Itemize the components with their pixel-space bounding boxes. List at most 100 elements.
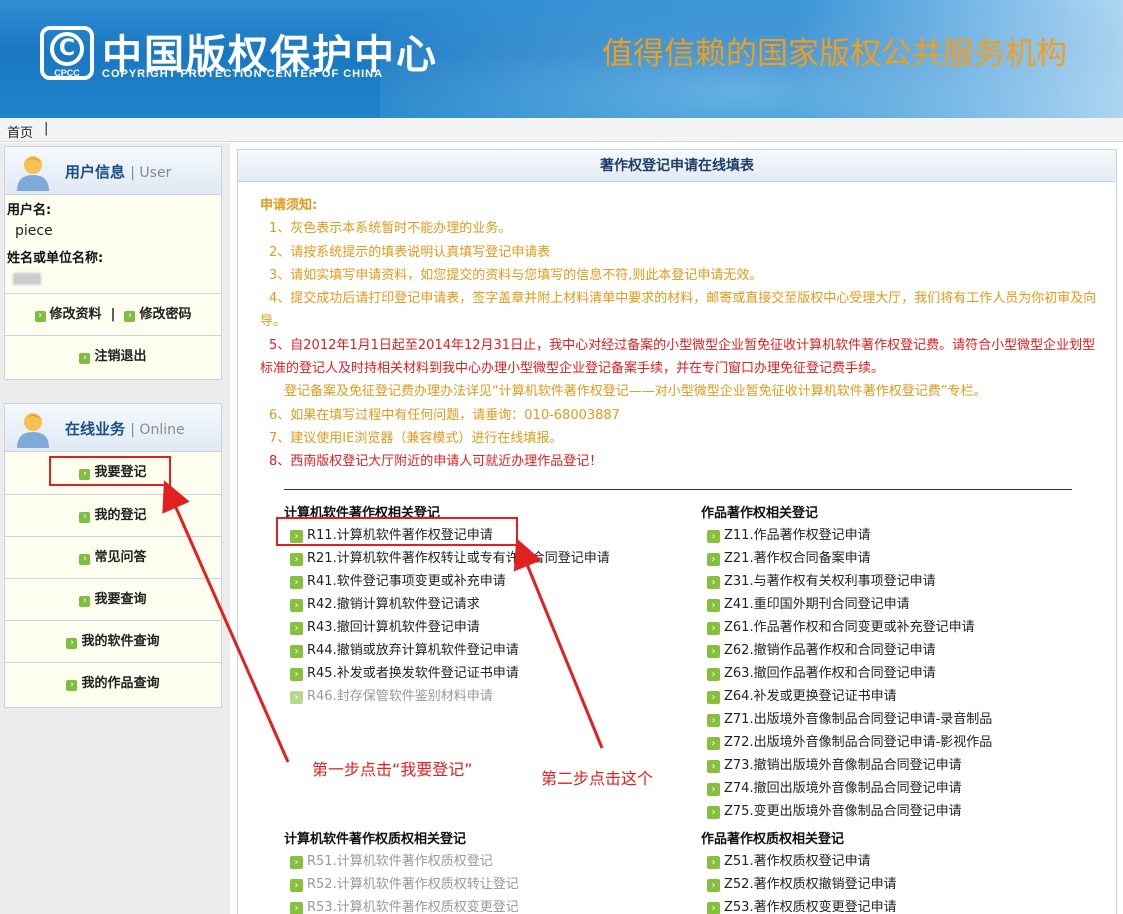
arrow-icon: › bbox=[707, 737, 720, 750]
notice-item: 6、如果在填写过程中有任何问题，请垂询：010-68003887 bbox=[269, 407, 620, 423]
item-label: Z71.出版境外音像制品合同登记申请-录音制品 bbox=[724, 712, 993, 727]
software-item-r21[interactable]: › R21.计算机软件著作权转让或专有许可合同登记申请 bbox=[284, 547, 684, 570]
works-item-z31[interactable]: › Z31.与著作权有关权利事项登记申请 bbox=[701, 570, 1111, 593]
software-pledge-title: 计算机软件著作权质权相关登记 bbox=[284, 832, 467, 847]
arrow-icon: › bbox=[34, 311, 46, 322]
site-slogan: 值得信赖的国家版权公共服务机构 bbox=[602, 36, 1067, 72]
software-pledge-item-r53: › R53.计算机软件著作权质权变更登记 bbox=[284, 896, 684, 914]
notice-block: 申请须知: 1、灰色表示本系统暂时不能办理的业务。 2、请按系统提示的填表说明认… bbox=[260, 194, 1110, 474]
item-label: Z52.著作权质权撤销登记申请 bbox=[724, 877, 897, 892]
cpcc-logo-icon[interactable]: C CPCC bbox=[40, 26, 94, 80]
works-item-z41[interactable]: › Z41.重印国外期刊合同登记申请 bbox=[701, 593, 1111, 616]
item-label: R41.软件登记事项变更或补充申请 bbox=[307, 574, 506, 589]
logout-row: › 注销退出 bbox=[5, 335, 221, 377]
item-label: Z31.与著作权有关权利事项登记申请 bbox=[724, 574, 936, 589]
notice-title: 申请须知: bbox=[260, 198, 318, 213]
arrow-icon: › bbox=[290, 622, 303, 635]
highlight-register-box bbox=[49, 456, 171, 486]
works-item-z63[interactable]: › Z63.撤回作品著作权和合同登记申请 bbox=[701, 662, 1111, 685]
software-item-r46: › R46.封存保管软件鉴别材料申请 bbox=[284, 685, 684, 708]
user-info-header: 用户信息 | User bbox=[5, 147, 221, 195]
user-avatar-icon bbox=[17, 156, 49, 191]
change-password-link[interactable]: 修改密码 bbox=[139, 307, 191, 322]
works-pledge-item-z52[interactable]: › Z52.著作权质权撤销登记申请 bbox=[701, 873, 1111, 896]
online-header: 在线业务 | Online bbox=[5, 404, 221, 452]
arrow-icon: › bbox=[707, 553, 720, 566]
item-label: R43.撤回计算机软件登记申请 bbox=[307, 620, 480, 635]
works-item-z64[interactable]: › Z64.补发或更换登记证书申请 bbox=[701, 685, 1111, 708]
item-label: R46.封存保管软件鉴别材料申请 bbox=[307, 689, 493, 704]
software-item-r45[interactable]: › R45.补发或者换发软件登记证书申请 bbox=[284, 662, 684, 685]
arrow-icon: › bbox=[707, 599, 720, 612]
software-item-r43[interactable]: › R43.撤回计算机软件登记申请 bbox=[284, 616, 684, 639]
item-label: R44.撤销或放弃计算机软件登记申请 bbox=[307, 643, 519, 658]
notice-item: 3、请如实填写申请资料，如您提交的资料与您填写的信息不符,则此本登记申请无效。 bbox=[269, 267, 763, 283]
menu-label: 我的登记 bbox=[94, 508, 147, 523]
arrow-icon: › bbox=[290, 879, 303, 892]
software-item-r42[interactable]: › R42.撤销计算机软件登记请求 bbox=[284, 593, 684, 616]
profile-actions: › 修改资料 | › 修改密码 bbox=[5, 293, 221, 335]
works-item-z72[interactable]: › Z72.出版境外音像制品合同登记申请-影视作品 bbox=[701, 731, 1111, 754]
annotation-step1: 第一步点击“我要登记” bbox=[312, 760, 473, 779]
notice-item: 8、西南版权登记大厅附近的申请人可就近办理作品登记！ bbox=[269, 454, 603, 470]
section-divider bbox=[284, 489, 1072, 490]
arrow-icon: › bbox=[707, 714, 720, 727]
works-item-z71[interactable]: › Z71.出版境外音像制品合同登记申请-录音制品 bbox=[701, 708, 1111, 731]
menu-label: 我要查询 bbox=[94, 592, 147, 607]
works-pledge-item-z53[interactable]: › Z53.著作权质权变更登记申请 bbox=[701, 896, 1111, 914]
arrow-icon: › bbox=[290, 902, 303, 914]
works-pledge-title: 作品著作权质权相关登记 bbox=[701, 832, 845, 847]
arrow-icon: › bbox=[290, 576, 303, 589]
item-label: Z74.撤回出版境外音像制品合同登记申请 bbox=[724, 781, 962, 796]
site-title-en: COPYRIGHT PROTECTION CENTER OF CHINA bbox=[102, 68, 384, 80]
arrow-icon: › bbox=[66, 680, 78, 691]
works-item-z75[interactable]: › Z75.变更出版境外音像制品合同登记申请 bbox=[701, 800, 1111, 823]
arrow-icon: › bbox=[290, 691, 303, 704]
menu-label: 我的作品查询 bbox=[81, 676, 160, 691]
menu-search[interactable]: › 我要查询 bbox=[5, 578, 221, 620]
software-item-r41[interactable]: › R41.软件登记事项变更或补充申请 bbox=[284, 570, 684, 593]
item-label: Z11.作品著作权登记申请 bbox=[724, 528, 871, 543]
arrow-icon: › bbox=[707, 668, 720, 681]
username-value: piece bbox=[15, 223, 53, 239]
arrow-icon: › bbox=[290, 645, 303, 658]
menu-my-registrations[interactable]: › 我的登记 bbox=[5, 494, 221, 536]
logout-link[interactable]: 注销退出 bbox=[94, 349, 146, 364]
arrow-icon: › bbox=[290, 599, 303, 612]
online-business-panel: 在线业务 | Online › 我要登记 › 我的登记 › 常见问答 › 我要查询 › 我… bbox=[4, 403, 222, 708]
arrow-icon: › bbox=[707, 576, 720, 589]
arrow-icon: › bbox=[79, 353, 91, 364]
works-item-z62[interactable]: › Z62.撤销作品著作权和合同登记申请 bbox=[701, 639, 1111, 662]
item-label: Z63.撤回作品著作权和合同登记申请 bbox=[724, 666, 936, 681]
menu-faq[interactable]: › 常见问答 bbox=[5, 536, 221, 578]
item-label: Z75.变更出版境外音像制品合同登记申请 bbox=[724, 804, 962, 819]
arrow-icon: › bbox=[707, 806, 720, 819]
arrow-icon: › bbox=[707, 856, 720, 869]
software-item-r44[interactable]: › R44.撤销或放弃计算机软件登记申请 bbox=[284, 639, 684, 662]
page-title: 著作权登记申请在线填表 bbox=[238, 150, 1116, 182]
arrow-icon: › bbox=[707, 622, 720, 635]
arrow-icon: › bbox=[707, 783, 720, 796]
arrow-icon: › bbox=[707, 530, 720, 543]
user-avatar-icon bbox=[17, 413, 49, 448]
logo-abbr: CPCC bbox=[54, 68, 80, 78]
works-item-z21[interactable]: › Z21.著作权合同备案申请 bbox=[701, 547, 1111, 570]
menu-my-works[interactable]: › 我的作品查询 bbox=[5, 662, 221, 704]
item-label: Z72.出版境外音像制品合同登记申请-影视作品 bbox=[724, 735, 993, 750]
arrow-icon: › bbox=[290, 668, 303, 681]
notice-item: 7、建议使用IE浏览器（兼容模式）进行在线填报。 bbox=[269, 430, 563, 446]
nav-home-link[interactable]: 首页 bbox=[7, 122, 33, 141]
arrow-icon: › bbox=[79, 512, 91, 523]
works-item-z74[interactable]: › Z74.撤回出版境外音像制品合同登记申请 bbox=[701, 777, 1111, 800]
works-section: 作品著作权相关登记 › Z11.作品著作权登记申请 › Z21.著作权合同备案申请 … bbox=[701, 502, 1111, 823]
works-item-z11[interactable]: › Z11.作品著作权登记申请 bbox=[701, 524, 1111, 547]
copyright-icon: C bbox=[50, 32, 84, 66]
header-banner: C CPCC 中国版权保护中心 COPYRIGHT PROTECTION CEN… bbox=[0, 0, 1123, 118]
works-item-z61[interactable]: › Z61.作品著作权和合同变更或补充登记申请 bbox=[701, 616, 1111, 639]
works-item-z73[interactable]: › Z73.撤销出版境外音像制品合同登记申请 bbox=[701, 754, 1111, 777]
menu-label: 我的软件查询 bbox=[81, 634, 160, 649]
works-pledge-item-z51[interactable]: › Z51.著作权质权登记申请 bbox=[701, 850, 1111, 873]
highlight-r11-box bbox=[276, 517, 518, 546]
edit-profile-link[interactable]: 修改资料 bbox=[50, 307, 102, 322]
menu-my-software[interactable]: › 我的软件查询 bbox=[5, 620, 221, 662]
